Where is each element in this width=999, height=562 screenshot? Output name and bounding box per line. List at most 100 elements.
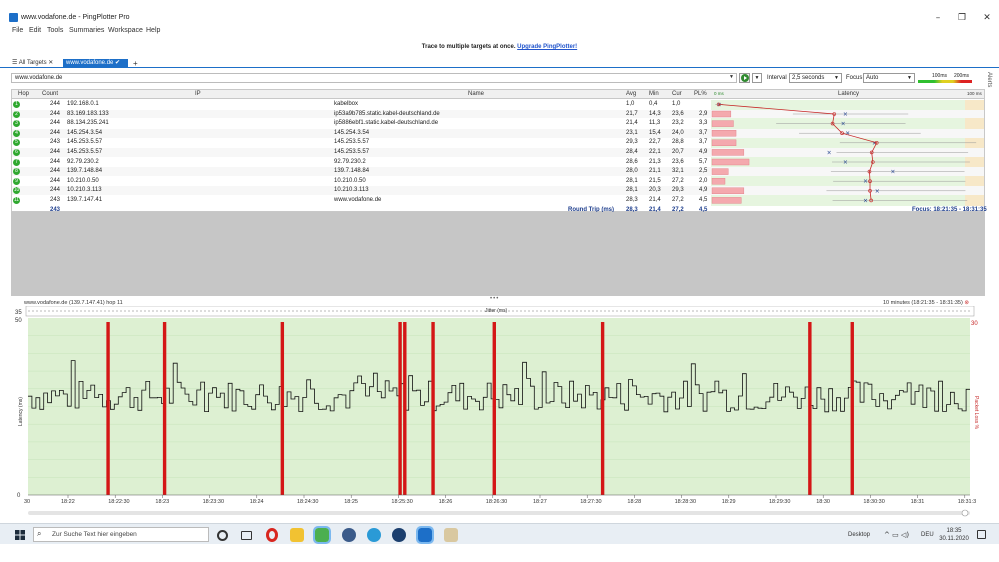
cell-min: 22,7 (649, 139, 661, 146)
packet-loss-marker (808, 322, 812, 495)
packet-loss-marker (492, 322, 496, 495)
cell-avg: 28,1 (626, 177, 638, 184)
task-view-icon[interactable] (241, 531, 252, 540)
cell-pl: 5,7 (699, 158, 708, 165)
hop-status-icon: 4 (13, 129, 20, 137)
col-pl[interactable]: PL% (694, 91, 707, 97)
cell-cur: 23,6 (672, 110, 684, 117)
menu-tools[interactable]: Tools (47, 27, 63, 34)
cortana-icon[interactable] (217, 530, 228, 541)
tray-icons[interactable]: ^ ▭ ◁) (884, 531, 909, 539)
col-avg[interactable]: Avg (626, 91, 636, 97)
y-top-label: 50 (15, 318, 22, 324)
jitter-max-label: 35 (15, 310, 22, 316)
x-tick-label: 18:24:30 (297, 499, 318, 505)
packet-loss-bar (711, 168, 729, 175)
start-trace-button[interactable] (739, 73, 750, 83)
cell-name: 10.210.0.50 (334, 177, 366, 184)
tray-language[interactable]: DEU (921, 532, 934, 538)
pingplotter-taskbar-icon[interactable] (416, 526, 434, 544)
col-hop[interactable]: Hop (18, 91, 29, 97)
cell-ip: 88.134.235.241 (67, 120, 109, 127)
col-latency[interactable]: Latency (838, 91, 859, 97)
upgrade-link[interactable]: Upgrade PingPlotter! (517, 44, 577, 50)
file-explorer-icon[interactable] (290, 528, 304, 542)
current-latency-marker: × (827, 149, 832, 156)
x-tick-label: 18:27:30 (580, 499, 601, 505)
time-scrollbar (28, 511, 970, 515)
x-tick-label: 18:31 (911, 499, 925, 505)
packet-loss-marker (600, 322, 605, 495)
notification-icon[interactable] (977, 530, 986, 539)
cell-cur: 27,2 (672, 177, 684, 184)
alerts-side-tab[interactable]: Alerts (986, 72, 992, 87)
search-icon: ⌕ (37, 529, 42, 538)
trace-options-dropdown[interactable]: ▼ (752, 73, 762, 83)
windows-start-icon[interactable] (15, 530, 25, 540)
hop-status-icon: 2 (13, 110, 20, 118)
edge-icon[interactable] (367, 528, 381, 542)
pane-splitter[interactable]: ••• (490, 296, 499, 302)
menu-help[interactable]: Help (146, 27, 160, 34)
menu-edit[interactable]: Edit (29, 27, 41, 34)
tray-time[interactable]: 18:35 (939, 528, 969, 534)
menu-summaries[interactable]: Summaries (69, 27, 104, 34)
col-name[interactable]: Name (468, 91, 484, 97)
tray-desktop-label[interactable]: Desktop (848, 532, 870, 538)
tray-date[interactable]: 30.11.2020 (939, 536, 969, 542)
cell-name: 145.253.5.57 (334, 139, 370, 146)
minimize-button[interactable]: – (926, 11, 950, 25)
cell-ip: 83.169.183.133 (67, 110, 109, 117)
cell-cur: 28,8 (672, 139, 684, 146)
green-app-icon[interactable] (313, 526, 331, 544)
hop-status-icon: 6 (13, 149, 20, 156)
misc-app-icon[interactable] (444, 528, 458, 542)
latency-time-graph[interactable]: Jitter (ms)3550030Latency (ms) Packet Los… (13, 306, 985, 518)
cell-cur: 32,1 (672, 168, 684, 175)
add-tab-button[interactable]: + (130, 59, 141, 68)
packet-loss-bar (711, 177, 726, 185)
close-button[interactable]: ✕ (975, 11, 999, 25)
cell-avg: 23,1 (626, 129, 638, 136)
steam-icon[interactable] (392, 528, 406, 542)
cell-cur: 1,0 (672, 101, 681, 107)
x-tick-label: 18:31:3 (958, 499, 976, 505)
menu-file[interactable]: File (12, 27, 23, 34)
cell-min: 21,1 (649, 168, 661, 175)
current-latency-marker: × (845, 130, 850, 137)
cell-pl: 2,9 (699, 110, 708, 117)
hop-status-icon: 5 (13, 139, 20, 147)
cell-pl: 3,3 (699, 120, 708, 127)
packet-loss-bar (711, 139, 737, 146)
cell-min: 15,4 (649, 129, 661, 136)
interval-select[interactable]: 2,5 seconds ▼ (789, 73, 842, 83)
cell-cur: 29,3 (672, 187, 684, 194)
cell-avg: 21,4 (626, 120, 638, 127)
focus-select[interactable]: Auto ▼ (863, 73, 915, 83)
cell-cur: 27,2 (672, 197, 684, 203)
trace-grid: Hop Count IP Name Avg Min Cur PL% 0 ms L… (11, 89, 987, 213)
cell-count: 244 (50, 149, 61, 155)
scale-200ms-label: 200ms (954, 73, 970, 79)
tab-close-icon[interactable]: ✕ (48, 60, 53, 66)
col-count[interactable]: Count (42, 91, 58, 97)
current-latency-marker: × (843, 111, 848, 118)
chevron-down-icon[interactable]: ▼ (729, 74, 734, 80)
tab-vodafone[interactable]: www.vodafone.de ✔ (63, 59, 128, 68)
menu-workspace[interactable]: Workspace (108, 27, 143, 34)
current-latency-marker: × (890, 169, 895, 176)
tab-all-targets[interactable]: ☰ All Targets ✕ (9, 59, 56, 68)
cell-count: 243 (50, 197, 61, 203)
col-cur[interactable]: Cur (672, 91, 682, 97)
col-min[interactable]: Min (649, 91, 659, 97)
hop-status-icon: 10 (13, 187, 20, 195)
cell-cur: 23,2 (672, 120, 684, 127)
maximize-button[interactable]: ❐ (950, 11, 974, 25)
target-input[interactable]: www.vodafone.de (11, 73, 737, 83)
x-tick-label: 18:28 (627, 499, 641, 505)
opera-icon[interactable] (266, 528, 278, 542)
blue-app-icon[interactable] (342, 528, 356, 542)
col-ip[interactable]: IP (195, 91, 201, 97)
x-tick-label: 18:23:30 (203, 499, 224, 505)
taskbar-search-input[interactable]: Zur Suche Text hier eingeben (33, 527, 209, 542)
